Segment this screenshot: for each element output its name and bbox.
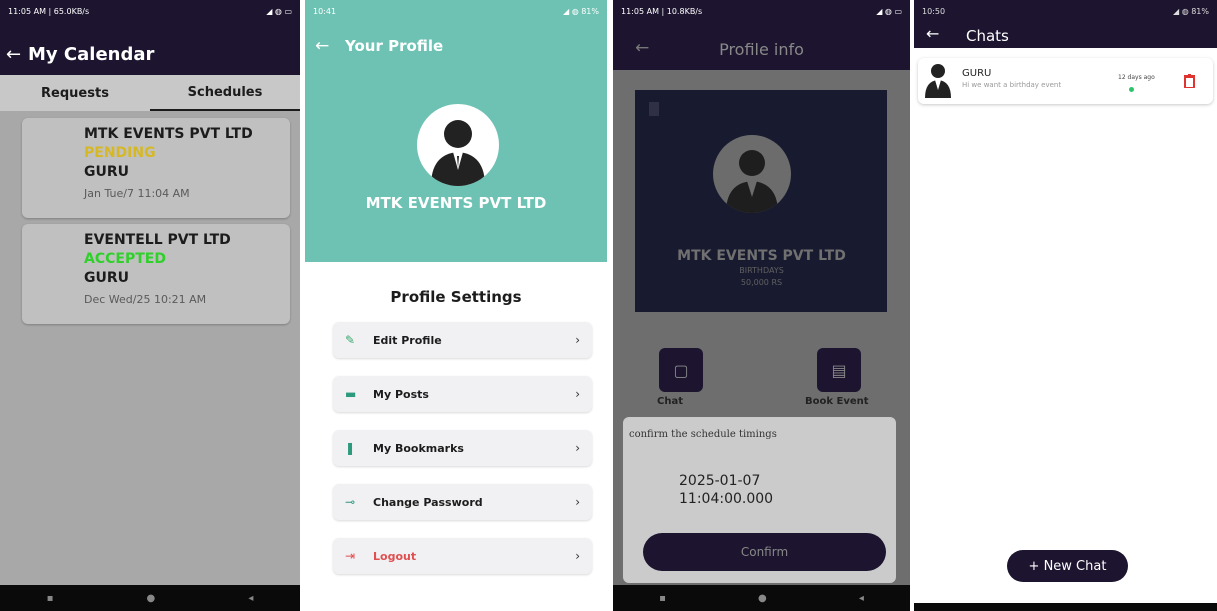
- system-nav-bar: [914, 603, 1217, 611]
- card-company: EVENTELL PVT LTD: [84, 232, 231, 248]
- profile-info-screen: 11:05 AM | 10.8KB/s ◢ ◍ ▭ ← Profile info…: [613, 0, 910, 611]
- key-icon: ⊸: [345, 495, 356, 509]
- schedule-date: 2025-01-07: [679, 473, 761, 489]
- chevron-right-icon: ›: [575, 387, 580, 401]
- calendar-icon: ▤: [831, 360, 847, 380]
- company-name: MTK EVENTS PVT LTD: [677, 248, 846, 264]
- chat-time: 12 days ago: [1118, 74, 1155, 81]
- menu-label: My Posts: [373, 387, 429, 401]
- settings-title: Profile Settings: [390, 288, 522, 306]
- list-item[interactable]: GURU Hi we want a birthday event 12 days…: [918, 58, 1213, 104]
- page-title: Your Profile: [345, 37, 444, 55]
- page-title: My Calendar: [28, 44, 155, 65]
- avatar: [713, 135, 791, 213]
- page-title: Profile info: [719, 40, 804, 59]
- schedule-time: 2025-01-07 11:04:00.000: [679, 472, 773, 508]
- book-event-button[interactable]: ▤: [817, 348, 861, 392]
- system-nav-bar: [305, 603, 607, 611]
- nav-back-icon[interactable]: ◂: [859, 593, 864, 604]
- menu-logout[interactable]: ⇥ Logout ›: [333, 538, 592, 574]
- avatar: [924, 62, 952, 98]
- status-left: 11:05 AM | 65.0KB/s: [8, 6, 90, 16]
- schedule-card[interactable]: EVENTELL PVT LTD ACCEPTED GURU Dec Wed/2…: [22, 224, 290, 324]
- system-nav-bar: ▪ ● ◂: [613, 585, 910, 611]
- menu-label: My Bookmarks: [373, 441, 464, 455]
- tab-requests[interactable]: Requests: [0, 75, 150, 111]
- system-nav-bar: ▪ ● ◂: [0, 585, 300, 611]
- online-indicator: [1129, 87, 1134, 92]
- menu-change-password[interactable]: ⊸ Change Password ›: [333, 484, 592, 520]
- schedule-card[interactable]: MTK EVENTS PVT LTD PENDING GURU Jan Tue/…: [22, 118, 290, 218]
- chevron-right-icon: ›: [575, 441, 580, 455]
- schedule-clock: 11:04:00.000: [679, 491, 774, 507]
- company-name: MTK EVENTS PVT LTD: [365, 194, 547, 212]
- menu-label: Logout: [373, 549, 417, 563]
- chat-icon: ▢: [673, 360, 689, 380]
- status-badge: PENDING: [84, 145, 156, 161]
- confirm-button[interactable]: Confirm: [643, 533, 886, 571]
- profile-screen: 10:41 ◢ ◍ 81% ← Your Profile MTK EVENTS …: [305, 0, 607, 611]
- status-bar: 10:41 ◢ ◍ 81%: [305, 0, 607, 22]
- posts-icon: ▬: [345, 387, 357, 401]
- home-icon[interactable]: ●: [146, 593, 155, 604]
- recents-icon[interactable]: ▪: [47, 593, 54, 604]
- logout-icon: ⇥: [345, 549, 356, 563]
- menu-my-bookmarks[interactable]: ❚ My Bookmarks ›: [333, 430, 592, 466]
- home-icon[interactable]: ●: [758, 593, 767, 604]
- card-user: GURU: [84, 164, 130, 180]
- chats-screen: 10:50 ◢ ◍ 81% ← Chats GURU Hi we want a …: [914, 0, 1217, 611]
- chat-preview: Hi we want a birthday event: [962, 81, 1062, 89]
- back-arrow-icon[interactable]: ←: [926, 24, 939, 43]
- nav-back-icon[interactable]: ◂: [248, 593, 253, 604]
- status-bar: 11:05 AM | 10.8KB/s ◢ ◍ ▭: [613, 0, 910, 22]
- menu-label: Edit Profile: [373, 333, 442, 347]
- status-right: ◢ ◍ ▭: [876, 6, 902, 16]
- chat-name: GURU: [962, 68, 992, 79]
- confirm-dialog: confirm the schedule timings 2025-01-07 …: [623, 417, 896, 583]
- status-bar: 11:05 AM | 65.0KB/s ◢ ◍ ▭: [0, 0, 300, 22]
- new-chat-button[interactable]: + New Chat: [1007, 550, 1128, 582]
- event-price: 50,000 RS: [740, 278, 783, 287]
- event-category: BIRTHDAYS: [739, 266, 784, 275]
- status-right: ◢ ◍ 81%: [1173, 6, 1209, 16]
- bookmark-icon[interactable]: [649, 102, 659, 116]
- menu-label: Change Password: [373, 495, 483, 509]
- avatar: [417, 104, 499, 186]
- card-date: Jan Tue/7 11:04 AM: [84, 187, 190, 200]
- menu-my-posts[interactable]: ▬ My Posts ›: [333, 376, 592, 412]
- status-right: ◢ ◍ ▭: [266, 6, 292, 16]
- delete-icon[interactable]: [1184, 73, 1195, 89]
- status-left: 10:41: [313, 6, 337, 16]
- card-date: Dec Wed/25 10:21 AM: [84, 293, 207, 306]
- tab-bar: Requests Schedules: [0, 75, 300, 111]
- chevron-right-icon: ›: [575, 549, 580, 563]
- chevron-right-icon: ›: [575, 495, 580, 509]
- status-right: ◢ ◍ 81%: [563, 6, 599, 16]
- edit-icon: ✎: [345, 333, 356, 347]
- calendar-screen: 11:05 AM | 65.0KB/s ◢ ◍ ▭ ← My Calendar …: [0, 0, 300, 611]
- book-event-label: Book Event: [805, 396, 869, 407]
- status-left: 11:05 AM | 10.8KB/s: [621, 6, 703, 16]
- bookmark-icon: ❚: [345, 441, 356, 455]
- dialog-title: confirm the schedule timings: [629, 429, 777, 440]
- recents-icon[interactable]: ▪: [659, 593, 666, 604]
- status-bar: 10:50 ◢ ◍ 81%: [914, 0, 1217, 22]
- card-company: MTK EVENTS PVT LTD: [84, 126, 253, 142]
- chat-button[interactable]: ▢: [659, 348, 703, 392]
- back-arrow-icon[interactable]: ←: [315, 36, 329, 56]
- tab-schedules[interactable]: Schedules: [150, 75, 300, 111]
- status-left: 10:50: [922, 6, 946, 16]
- chat-label: Chat: [657, 396, 683, 407]
- card-user: GURU: [84, 270, 130, 286]
- menu-edit-profile[interactable]: ✎ Edit Profile ›: [333, 322, 592, 358]
- chevron-right-icon: ›: [575, 333, 580, 347]
- back-arrow-icon[interactable]: ←: [6, 44, 21, 65]
- status-badge: ACCEPTED: [84, 251, 166, 267]
- page-title: Chats: [966, 27, 1009, 45]
